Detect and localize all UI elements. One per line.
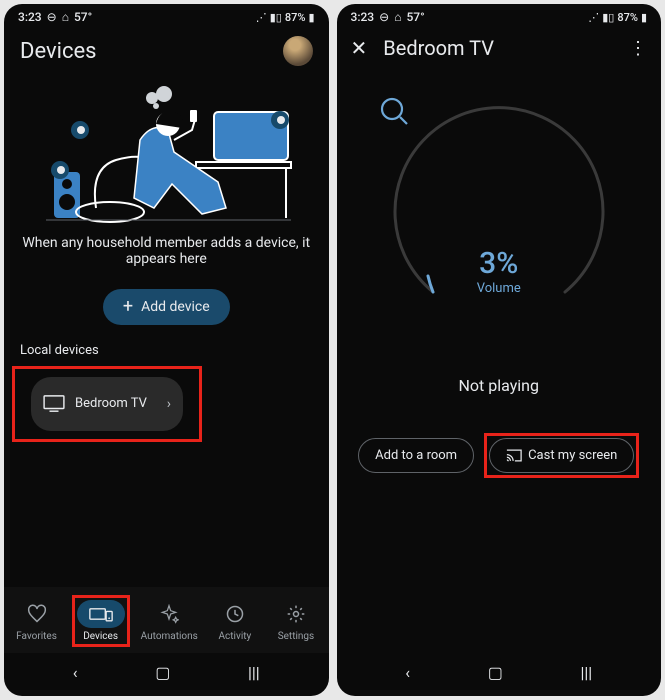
- volume-percent: 3%: [477, 246, 521, 281]
- signal-icon: ▮▯: [602, 11, 614, 24]
- wifi-icon: ⋰: [588, 11, 599, 24]
- nav-automations[interactable]: Automations: [139, 598, 200, 644]
- heart-icon: [27, 604, 47, 624]
- status-battery: 87%: [285, 11, 306, 24]
- more-icon[interactable]: ⋮: [629, 38, 647, 59]
- bottom-nav: Favorites Devices Automations Activity S…: [4, 587, 329, 653]
- local-devices-label: Local devices: [4, 337, 329, 364]
- nav-devices[interactable]: Devices: [75, 598, 127, 644]
- highlight-box-device: Bedroom TV ›: [12, 366, 202, 442]
- weather-icon: ⌂: [62, 10, 69, 24]
- status-temp: 57°: [406, 10, 424, 24]
- devices-icon: [89, 605, 113, 623]
- chevron-right-icon: ›: [167, 396, 171, 412]
- empty-state-text: When any household member adds a device,…: [4, 229, 329, 273]
- header: Devices: [4, 26, 329, 74]
- back-button[interactable]: ‹: [405, 663, 410, 682]
- status-temp: 57°: [74, 10, 92, 24]
- add-device-button[interactable]: + Add device: [103, 289, 230, 325]
- detail-title: Bedroom TV: [383, 36, 613, 60]
- device-card-bedroom-tv[interactable]: Bedroom TV ›: [31, 377, 183, 431]
- gear-icon: [286, 604, 306, 624]
- wifi-icon: ⋰: [256, 11, 267, 24]
- system-nav: ‹ ▢ |||: [4, 653, 329, 696]
- nav-favorites[interactable]: Favorites: [11, 598, 63, 644]
- highlight-box-cast: Cast my screen: [484, 433, 639, 478]
- highlight-box-nav: Devices: [72, 595, 130, 647]
- back-button[interactable]: ‹: [73, 663, 78, 682]
- sparkle-icon: [159, 604, 179, 624]
- close-icon[interactable]: ✕: [351, 36, 368, 60]
- devices-screen: 3:23 ⊖ ⌂ 57° ⋰ ▮▯ 87% ▮ Devices: [4, 4, 329, 696]
- status-bar: 3:23 ⊖ ⌂ 57° ⋰ ▮▯ 87% ▮: [337, 4, 662, 26]
- page-title: Devices: [20, 39, 97, 64]
- system-nav: ‹ ▢ |||: [337, 653, 662, 696]
- device-name: Bedroom TV: [75, 396, 157, 413]
- home-button[interactable]: ▢: [155, 663, 170, 682]
- weather-icon: ⌂: [394, 10, 401, 24]
- illustration: [36, 80, 296, 225]
- tv-icon: [43, 395, 65, 413]
- home-button[interactable]: ▢: [488, 663, 503, 682]
- volume-label: Volume: [477, 281, 521, 296]
- playback-status: Not playing: [337, 376, 662, 395]
- signal-icon: ▮▯: [270, 11, 282, 24]
- action-row: Add to a room Cast my screen: [337, 433, 662, 478]
- battery-icon: ▮: [308, 11, 314, 24]
- nav-activity[interactable]: Activity: [209, 598, 261, 644]
- magnifier-icon: [379, 96, 409, 126]
- dnd-icon: ⊖: [379, 10, 389, 24]
- avatar[interactable]: [283, 36, 313, 66]
- status-time: 3:23: [351, 10, 375, 24]
- battery-icon: ▮: [641, 11, 647, 24]
- nav-settings[interactable]: Settings: [270, 598, 322, 644]
- status-battery: 87%: [617, 11, 638, 24]
- recents-button[interactable]: |||: [248, 663, 260, 682]
- volume-dial[interactable]: 3% Volume: [337, 96, 662, 336]
- add-device-label: Add device: [141, 299, 210, 315]
- detail-header: ✕ Bedroom TV ⋮: [337, 26, 662, 70]
- add-to-room-button[interactable]: Add to a room: [358, 438, 474, 473]
- device-detail-screen: 3:23 ⊖ ⌂ 57° ⋰ ▮▯ 87% ▮ ✕ Bedroom TV ⋮: [337, 4, 662, 696]
- recents-button[interactable]: |||: [580, 663, 592, 682]
- cast-my-screen-button[interactable]: Cast my screen: [489, 438, 634, 473]
- dnd-icon: ⊖: [47, 10, 57, 24]
- status-bar: 3:23 ⊖ ⌂ 57° ⋰ ▮▯ 87% ▮: [4, 4, 329, 26]
- status-time: 3:23: [18, 10, 42, 24]
- cast-icon: [506, 449, 522, 462]
- clock-icon: [225, 604, 245, 624]
